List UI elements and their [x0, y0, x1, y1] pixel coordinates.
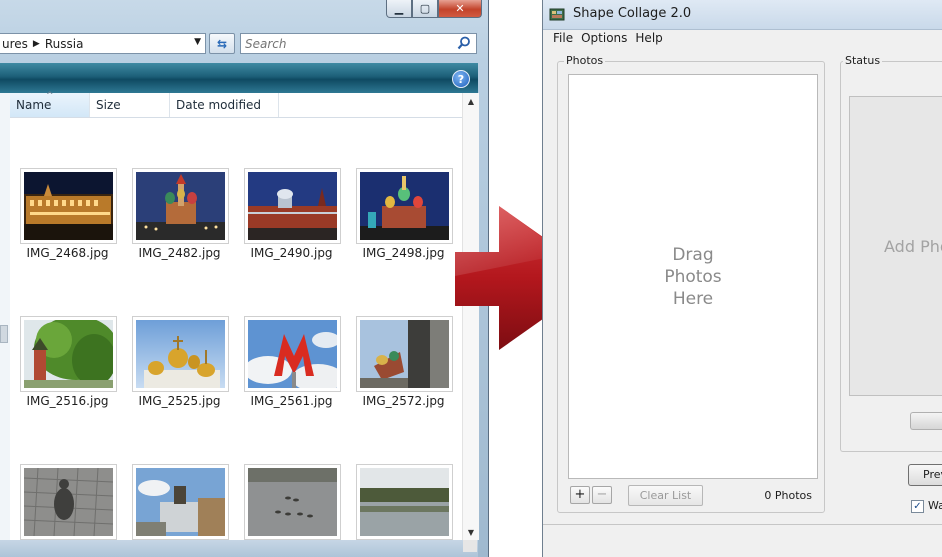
- pane-splitter-grip[interactable]: [0, 325, 8, 343]
- shape-collage-window: Shape Collage 2.0 File Options Help Phot…: [542, 0, 942, 557]
- search-icon[interactable]: [457, 36, 471, 50]
- photos-group: Photos Drag Photos Here + − Clear List 0…: [557, 54, 825, 513]
- file-name[interactable]: IMG_2572.jpg: [336, 394, 471, 408]
- explorer-status-bar: [0, 540, 478, 557]
- column-header-label: Date modified: [176, 98, 262, 112]
- thumbnail-frame[interactable]: [356, 464, 453, 540]
- menu-bar: File Options Help: [549, 30, 942, 47]
- file-name[interactable]: IMG_2498.jpg: [336, 246, 471, 260]
- scroll-up-icon[interactable]: ▲: [463, 93, 479, 109]
- window-title: Shape Collage 2.0: [573, 6, 692, 21]
- photo-count: 0 Photos: [764, 489, 812, 502]
- status-message: Add Pho: [884, 237, 942, 256]
- thumbnail-frame[interactable]: [244, 316, 341, 392]
- column-header-date-modified[interactable]: Date modified: [170, 93, 279, 117]
- thumbnail-image: [248, 320, 337, 388]
- column-header-name[interactable]: ^ Name: [10, 91, 90, 117]
- photo-drop-area[interactable]: Drag Photos Here: [568, 74, 818, 479]
- thumbnail-image: [24, 172, 113, 240]
- status-group: Status Add Pho: [840, 54, 942, 452]
- progress-bar: [910, 412, 942, 430]
- scroll-down-icon[interactable]: ▼: [463, 524, 479, 540]
- thumbnail-frame[interactable]: [132, 168, 229, 244]
- help-icon[interactable]: ?: [452, 70, 470, 88]
- thumbnail-frame[interactable]: [244, 168, 341, 244]
- explorer-window-controls: ▁ ▢ ✕: [386, 0, 482, 20]
- refresh-icon: ⇆: [216, 36, 228, 51]
- thumbnail-image: [360, 320, 449, 388]
- minimize-button[interactable]: ▁: [386, 0, 412, 18]
- breadcrumb-current[interactable]: Russia: [45, 37, 84, 51]
- breadcrumb-separator-icon[interactable]: ▶: [33, 39, 40, 49]
- preview-button[interactable]: Prev: [908, 464, 942, 486]
- column-header-size[interactable]: Size: [90, 93, 170, 117]
- status-group-label: Status: [843, 54, 883, 67]
- thumbnail-frame[interactable]: [356, 316, 453, 392]
- search-box[interactable]: [240, 33, 477, 54]
- menu-options[interactable]: Options: [577, 30, 631, 47]
- thumbnail-image: [360, 172, 449, 240]
- thumbnail-image: [360, 468, 449, 536]
- thumbnail-frame[interactable]: [132, 464, 229, 540]
- search-input[interactable]: [241, 35, 447, 52]
- watch-checkbox-label[interactable]: Wa: [928, 499, 942, 512]
- refresh-button[interactable]: ⇆: [209, 33, 235, 54]
- add-photo-button[interactable]: +: [570, 486, 590, 504]
- thumbnail-image: [24, 320, 113, 388]
- thumbnail-image: [248, 172, 337, 240]
- watch-checkbox[interactable]: ✓: [911, 500, 924, 513]
- title-bar: Shape Collage 2.0: [543, 0, 942, 30]
- thumbnail-image: [136, 468, 225, 536]
- thumbnail-frame[interactable]: [20, 168, 117, 244]
- menu-help[interactable]: Help: [631, 30, 666, 47]
- clear-list-button[interactable]: Clear List: [628, 485, 703, 506]
- thumbnail-image: [136, 172, 225, 240]
- breadcrumb-parent[interactable]: ures: [0, 37, 28, 51]
- status-panel: Add Pho: [849, 96, 942, 396]
- explorer-window: ▁ ▢ ✕ ures ▶ Russia ▼ ⇆ ? ^ Name Size: [0, 0, 489, 557]
- close-button[interactable]: ✕: [438, 0, 482, 18]
- size-grip[interactable]: [463, 540, 477, 552]
- column-header-label: Size: [96, 98, 121, 112]
- photos-group-label: Photos: [564, 54, 606, 67]
- menu-file[interactable]: File: [549, 30, 577, 47]
- drop-hint: Drag Photos Here: [664, 244, 722, 309]
- app-icon: [549, 8, 565, 21]
- thumbnail-frame[interactable]: [356, 168, 453, 244]
- thumbnail-image: [248, 468, 337, 536]
- remove-photo-button[interactable]: −: [592, 486, 612, 504]
- sort-ascending-icon: ^: [46, 91, 54, 101]
- column-headers: ^ Name Size Date modified: [10, 91, 463, 118]
- file-view: ^ Name Size Date modified IMG_2468.jpg I…: [10, 91, 478, 540]
- address-dropdown-icon[interactable]: ▼: [194, 37, 201, 47]
- thumbnail-frame[interactable]: [20, 464, 117, 540]
- maximize-button[interactable]: ▢: [412, 0, 438, 18]
- address-bar[interactable]: ures ▶ Russia ▼: [0, 33, 206, 54]
- window-bottom-divider: [543, 524, 942, 525]
- thumbnail-image: [136, 320, 225, 388]
- thumbnail-frame[interactable]: [20, 316, 117, 392]
- explorer-toolbar: ?: [0, 63, 478, 93]
- thumbnail-image: [24, 468, 113, 536]
- thumbnail-frame[interactable]: [244, 464, 341, 540]
- thumbnail-frame[interactable]: [132, 316, 229, 392]
